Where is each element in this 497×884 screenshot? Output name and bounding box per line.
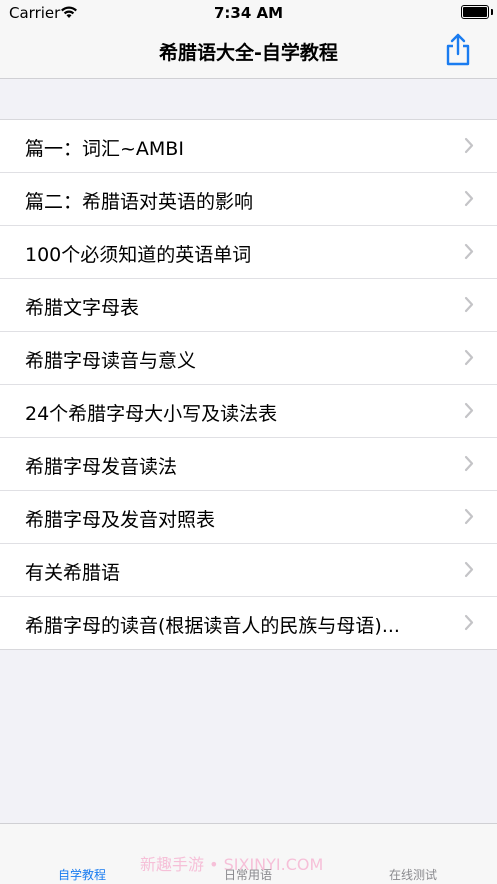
chevron-right-icon	[464, 243, 474, 260]
list-item[interactable]: 希腊字母的读音(根据读音人的民族与母语)...	[0, 597, 497, 649]
status-bar: Carrier 7:34 AM	[0, 0, 497, 26]
page-title: 希腊语大全-自学教程	[159, 42, 338, 64]
list-item[interactable]: 希腊文字母表	[0, 279, 497, 332]
list-item-label: 篇一：词汇~AMBI	[25, 138, 184, 160]
list-item[interactable]: 篇一：词汇~AMBI	[0, 120, 497, 173]
chevron-right-icon	[464, 614, 474, 631]
tab-online-test[interactable]: 在线测试	[363, 866, 463, 883]
chevron-right-icon	[464, 455, 474, 472]
chevron-right-icon	[464, 137, 474, 154]
chevron-right-icon	[464, 296, 474, 313]
chevron-right-icon	[464, 402, 474, 419]
list-item-label: 希腊字母发音读法	[25, 456, 178, 478]
list-item[interactable]: 篇二：希腊语对英语的影响	[0, 173, 497, 226]
tab-self-study[interactable]: 自学教程	[32, 866, 132, 883]
tab-bar: 新趣手游 • SIXINYI.COM 自学教程 日常用语 在线测试	[0, 823, 497, 884]
battery-icon	[461, 5, 489, 19]
chevron-right-icon	[464, 190, 474, 207]
chevron-right-icon	[464, 349, 474, 366]
list-item-label: 100个必须知道的英语单词	[25, 244, 252, 266]
navigation-bar: 希腊语大全-自学教程	[0, 26, 497, 79]
share-icon[interactable]	[443, 33, 473, 67]
list-item-label: 篇二：希腊语对英语的影响	[25, 191, 254, 213]
chevron-right-icon	[464, 561, 474, 578]
clock: 7:34 AM	[213, 4, 284, 22]
list-item-label: 希腊字母读音与意义	[25, 350, 197, 372]
tab-daily-phrases[interactable]: 日常用语	[198, 866, 298, 883]
list-item-label: 希腊文字母表	[25, 297, 140, 319]
chevron-right-icon	[464, 508, 474, 525]
list-item[interactable]: 100个必须知道的英语单词	[0, 226, 497, 279]
list-item[interactable]: 希腊字母读音与意义	[0, 332, 497, 385]
list-item-label: 希腊字母及发音对照表	[25, 509, 216, 531]
list-item-label: 希腊字母的读音(根据读音人的民族与母语)...	[25, 615, 400, 637]
battery-tip	[491, 9, 493, 15]
list-item-label: 有关希腊语	[25, 562, 121, 584]
list-item[interactable]: 有关希腊语	[0, 544, 497, 597]
tutorial-list: 篇一：词汇~AMBI 篇二：希腊语对英语的影响 100个必须知道的英语单词 希腊文字母…	[0, 119, 497, 650]
list-item-label: 24个希腊字母大小写及读法表	[25, 403, 278, 425]
list-item[interactable]: 24个希腊字母大小写及读法表	[0, 385, 497, 438]
list-item[interactable]: 希腊字母发音读法	[0, 438, 497, 491]
list-item[interactable]: 希腊字母及发音对照表	[0, 491, 497, 544]
